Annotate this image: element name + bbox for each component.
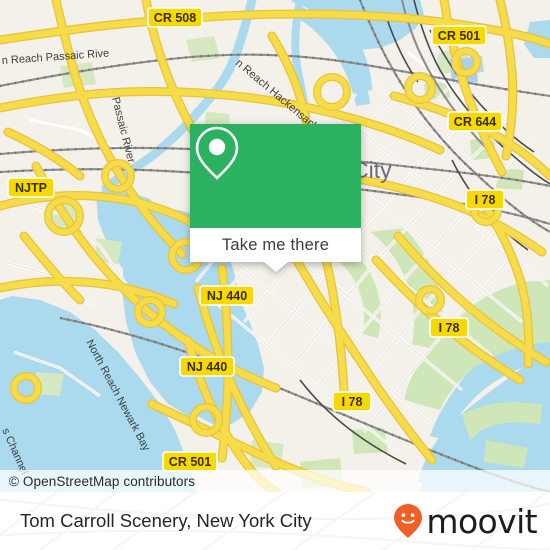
take-me-there-label: Take me there bbox=[221, 235, 330, 254]
route-shield: CR 501 bbox=[162, 451, 218, 472]
popup-pointer-tail bbox=[263, 262, 288, 272]
svg-text:NJTP: NJTP bbox=[15, 181, 47, 195]
route-shield: CR 644 bbox=[447, 111, 503, 132]
route-shield: I 78 bbox=[332, 391, 372, 412]
popup-header bbox=[190, 124, 361, 228]
map-pin-icon bbox=[195, 126, 239, 180]
svg-text:I 78: I 78 bbox=[439, 321, 460, 335]
svg-text:I 78: I 78 bbox=[475, 193, 496, 207]
map-popup-card[interactable]: Take me there bbox=[190, 124, 361, 272]
place-title: Tom Carroll Scenery, New York City bbox=[20, 510, 312, 531]
route-shield: NJ 440 bbox=[179, 356, 235, 377]
svg-text:I 78: I 78 bbox=[342, 395, 363, 409]
svg-text:NJ 440: NJ 440 bbox=[187, 360, 227, 374]
route-shield: I 78 bbox=[465, 189, 505, 210]
svg-text:CR 501: CR 501 bbox=[438, 29, 480, 43]
route-shield: NJTP bbox=[7, 177, 55, 198]
map-canvas[interactable]: n Reach Passaic Rive Passaic River n Rea… bbox=[0, 0, 550, 492]
map-attribution-bar: © OpenStreetMap contributors bbox=[0, 470, 550, 492]
route-shield: NJ 440 bbox=[199, 285, 255, 306]
route-shield: I 78 bbox=[429, 317, 469, 338]
footer-bar: Tom Carroll Scenery, New York City moovi… bbox=[0, 492, 550, 550]
svg-text:CR 644: CR 644 bbox=[454, 115, 496, 129]
svg-text:CR 501: CR 501 bbox=[169, 455, 211, 469]
take-me-there-button[interactable]: Take me there bbox=[190, 228, 361, 262]
route-shield: CR 501 bbox=[431, 25, 487, 46]
svg-text:NJ 440: NJ 440 bbox=[207, 289, 247, 303]
moovit-brand[interactable]: moovit bbox=[393, 501, 538, 541]
moovit-wordmark: moovit bbox=[426, 501, 537, 541]
moovit-smiley-pin-icon bbox=[394, 504, 423, 538]
route-shield: CR 508 bbox=[147, 7, 203, 28]
svg-text:CR 508: CR 508 bbox=[154, 11, 196, 25]
osm-attribution-text[interactable]: © OpenStreetMap contributors bbox=[0, 474, 195, 489]
moovit-map-screenshot: n Reach Passaic Rive Passaic River n Rea… bbox=[0, 0, 550, 550]
